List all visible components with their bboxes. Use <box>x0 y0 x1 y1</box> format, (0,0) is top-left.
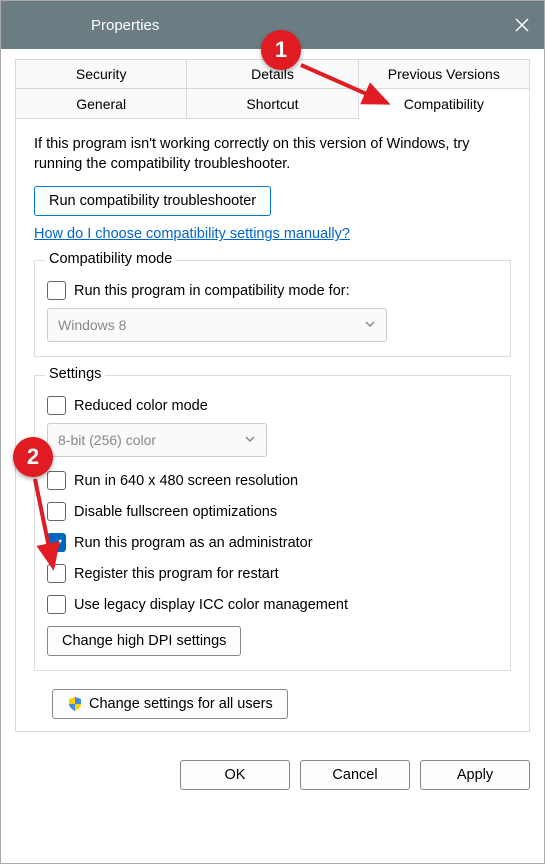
tab-security[interactable]: Security <box>15 59 187 89</box>
tab-general[interactable]: General <box>15 89 187 119</box>
compatibility-panel: If this program isn't working correctly … <box>15 119 530 732</box>
compatibility-mode-group: Compatibility mode Run this program in c… <box>34 260 511 357</box>
chevron-down-icon <box>364 317 376 333</box>
reduced-color-text: Reduced color mode <box>74 398 208 414</box>
dialog-footer: OK Cancel Apply <box>1 746 544 804</box>
annotation-arrow-1 <box>297 61 407 114</box>
settings-label: Settings <box>45 366 105 382</box>
color-mode-select[interactable]: 8-bit (256) color <box>47 423 267 457</box>
color-mode-select-value: 8-bit (256) color <box>58 432 156 448</box>
compat-mode-select-value: Windows 8 <box>58 317 126 333</box>
chevron-down-icon <box>244 432 256 448</box>
change-all-users-button[interactable]: Change settings for all users <box>52 689 288 719</box>
annotation-badge-1: 1 <box>261 30 301 70</box>
run-as-admin-text: Run this program as an administrator <box>74 535 313 551</box>
close-button[interactable] <box>512 15 532 35</box>
change-dpi-button[interactable]: Change high DPI settings <box>47 626 241 656</box>
run-640x480-text: Run in 640 x 480 screen resolution <box>74 473 298 489</box>
manual-settings-link[interactable]: How do I choose compatibility settings m… <box>34 226 350 242</box>
annotation-arrow-2 <box>27 475 77 588</box>
register-restart-text: Register this program for restart <box>74 566 279 582</box>
window-title: Properties <box>91 17 159 34</box>
disable-fullscreen-text: Disable fullscreen optimizations <box>74 504 277 520</box>
compat-mode-text: Run this program in compatibility mode f… <box>74 283 350 299</box>
change-all-users-label: Change settings for all users <box>89 696 273 712</box>
annotation-badge-2: 2 <box>13 437 53 477</box>
legacy-icc-text: Use legacy display ICC color management <box>74 597 348 613</box>
compat-mode-checkbox[interactable] <box>47 281 66 300</box>
reduced-color-checkbox[interactable] <box>47 396 66 415</box>
run-troubleshooter-button[interactable]: Run compatibility troubleshooter <box>34 186 271 216</box>
shield-icon <box>67 696 83 712</box>
legacy-icc-checkbox[interactable] <box>47 595 66 614</box>
apply-button[interactable]: Apply <box>420 760 530 790</box>
close-icon <box>514 17 530 33</box>
intro-text: If this program isn't working correctly … <box>34 135 511 174</box>
cancel-button[interactable]: Cancel <box>300 760 410 790</box>
compat-mode-select[interactable]: Windows 8 <box>47 308 387 342</box>
settings-group: Settings Reduced color mode 8-bit (256) … <box>34 375 511 671</box>
compatibility-mode-label: Compatibility mode <box>45 251 176 267</box>
ok-button[interactable]: OK <box>180 760 290 790</box>
